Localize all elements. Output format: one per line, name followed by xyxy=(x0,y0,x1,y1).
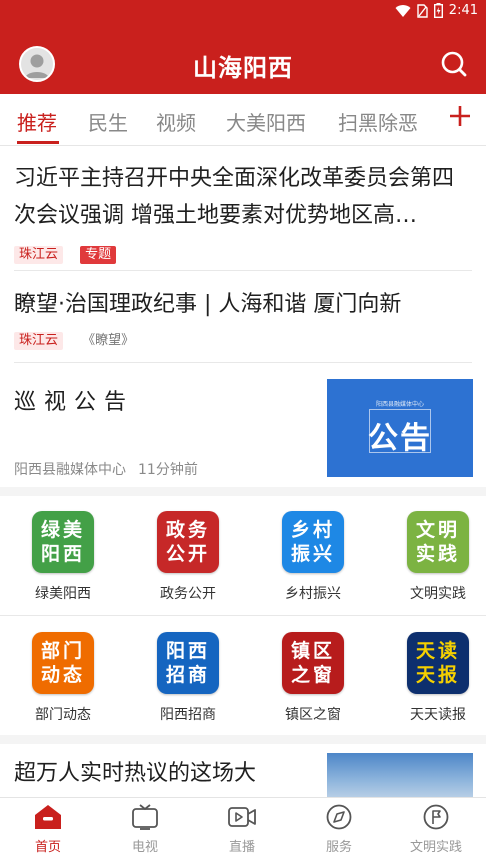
nav-label: 电视 xyxy=(131,840,158,855)
service-department-news[interactable]: 部门 动态 部门动态 xyxy=(13,632,113,724)
service-town-window[interactable]: 镇区 之窗 镇区之窗 xyxy=(263,632,363,724)
service-label: 镇区之窗 xyxy=(285,707,341,723)
category-tabs: 推荐 民生 视频 大美阳西 扫黑除恶 xyxy=(0,94,486,146)
service-investment[interactable]: 阳西 招商 阳西招商 xyxy=(138,632,238,724)
town-window-icon: 镇区 之窗 xyxy=(282,632,344,694)
service-civilization-practice[interactable]: 文明 实践 文明实践 xyxy=(388,511,486,603)
service-label: 乡村振兴 xyxy=(285,586,341,602)
video-camera-icon xyxy=(228,807,256,827)
lvmei-yangxi-icon: 绿美 阳西 xyxy=(32,511,94,573)
service-label: 政务公开 xyxy=(160,586,216,602)
service-lvmei-yangxi[interactable]: 绿美 阳西 绿美阳西 xyxy=(13,511,113,603)
topic-tag[interactable]: 专题 xyxy=(80,246,117,264)
nav-home[interactable]: 首页 xyxy=(8,804,88,855)
app-title: 山海阳西 xyxy=(193,54,293,82)
department-news-icon: 部门 动态 xyxy=(32,632,94,694)
add-channel-button[interactable] xyxy=(446,102,474,130)
section-separator xyxy=(0,735,486,744)
status-bar: 2:41 xyxy=(0,0,486,24)
compass-icon xyxy=(326,804,352,830)
home-icon xyxy=(35,805,61,829)
news-title: 习近平主持召开中央全面深化改革委员会第四次会议强调 增强土地要素对优势地区高… xyxy=(14,166,455,228)
service-label: 阳西招商 xyxy=(160,707,216,723)
service-grid-row-2: 部门 动态 部门动态 阳西 招商 阳西招商 镇区 之窗 镇区之窗 天读 天报 天天读报 xyxy=(0,621,486,733)
search-icon xyxy=(441,51,467,77)
news-tags: 珠江云 专题 xyxy=(14,243,472,264)
news-item[interactable]: 瞭望·治国理政纪事 | 人海和谐 厦门向新 珠江云 《瞭望》 xyxy=(14,286,472,350)
no-sim-icon xyxy=(417,3,428,18)
nav-label: 服务 xyxy=(325,840,352,855)
source-tag: 珠江云 xyxy=(14,246,64,264)
section-separator xyxy=(0,487,486,496)
publication-tag: 《瞭望》 xyxy=(82,333,135,348)
bottom-navigation: 首页 电视 直播 服务 文明实践 xyxy=(0,797,486,865)
thumbnail-text: 公告 xyxy=(368,421,432,456)
tab-beautiful-yangxi[interactable]: 大美阳西 xyxy=(226,107,306,136)
nav-service[interactable]: 服务 xyxy=(299,804,379,855)
nav-live[interactable]: 直播 xyxy=(202,804,282,855)
plus-icon xyxy=(450,106,470,126)
tab-anti-crime[interactable]: 扫黑除恶 xyxy=(338,107,418,136)
service-label: 绿美阳西 xyxy=(35,586,91,602)
notice-time: 11分钟前 xyxy=(138,462,198,478)
investment-icon: 阳西 招商 xyxy=(157,632,219,694)
service-grid-row-1: 绿美 阳西 绿美阳西 政务 公开 政务公开 乡村 振兴 乡村振兴 文明 实践 文明实践 xyxy=(0,500,486,612)
nav-civilization-practice[interactable]: 文明实践 xyxy=(396,804,476,855)
status-bar-right: 2:41 xyxy=(395,3,478,18)
service-label: 文明实践 xyxy=(410,586,466,602)
tab-livelihood[interactable]: 民生 xyxy=(88,107,128,136)
government-affairs-icon: 政务 公开 xyxy=(157,511,219,573)
notice-source: 阳西县融媒体中心 xyxy=(14,462,126,478)
nav-label: 首页 xyxy=(34,840,61,855)
tab-recommend[interactable]: 推荐 xyxy=(17,107,57,136)
news-title: 超万人实时热议的这场大 xyxy=(14,761,257,786)
nav-tv[interactable]: 电视 xyxy=(105,804,185,855)
search-button[interactable] xyxy=(440,50,468,78)
service-government-affairs[interactable]: 政务 公开 政务公开 xyxy=(138,511,238,603)
news-title: 瞭望·治国理政纪事 | 人海和谐 厦门向新 xyxy=(14,292,402,317)
nav-label: 文明实践 xyxy=(409,840,462,855)
tv-icon xyxy=(132,804,158,830)
divider xyxy=(0,615,486,616)
notice-thumbnail: 阳西县融媒体中心 公告 xyxy=(327,379,473,477)
active-tab-indicator xyxy=(17,141,59,144)
thumbnail-caption: 阳西县融媒体中心 xyxy=(375,401,424,408)
service-label: 天天读报 xyxy=(410,707,466,723)
notice-title: 巡视公告 xyxy=(14,390,135,415)
civilization-practice-icon: 文明 实践 xyxy=(407,511,469,573)
news-item[interactable]: 习近平主持召开中央全面深化改革委员会第四次会议强调 增强土地要素对优势地区高… … xyxy=(14,160,472,264)
divider xyxy=(14,270,472,271)
service-daily-newspaper[interactable]: 天读 天报 天天读报 xyxy=(388,632,486,724)
daily-newspaper-icon: 天读 天报 xyxy=(407,632,469,694)
divider xyxy=(14,362,472,363)
battery-icon xyxy=(433,3,443,18)
app-header: 山海阳西 xyxy=(0,24,486,94)
status-time: 2:41 xyxy=(448,3,478,18)
service-label: 部门动态 xyxy=(35,707,91,723)
source-tag: 珠江云 xyxy=(14,332,64,350)
news-tags: 珠江云 《瞭望》 xyxy=(14,329,472,350)
news-thumbnail xyxy=(327,753,473,798)
rural-revitalization-icon: 乡村 振兴 xyxy=(282,511,344,573)
nav-label: 直播 xyxy=(228,840,255,855)
notice-meta: 阳西县融媒体中心 11分钟前 xyxy=(14,459,198,479)
tab-video[interactable]: 视频 xyxy=(156,107,196,136)
wifi-icon xyxy=(395,4,411,18)
service-rural-revitalization[interactable]: 乡村 振兴 乡村振兴 xyxy=(263,511,363,603)
flag-icon xyxy=(423,804,449,830)
